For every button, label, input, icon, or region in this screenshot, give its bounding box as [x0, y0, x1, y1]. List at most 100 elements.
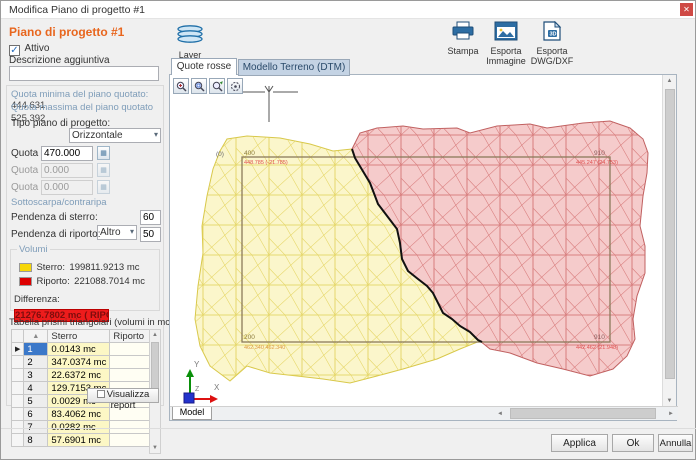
scroll-right-icon[interactable]: ► — [665, 411, 677, 417]
col-header-riporto[interactable]: Riporto — [110, 330, 152, 343]
volumi-title: Volumi — [17, 244, 50, 255]
row-riporto[interactable] — [110, 434, 152, 447]
label-top-left: 400 — [244, 150, 255, 157]
dwg-file-icon: 3D — [541, 21, 563, 41]
zoom-window-button[interactable] — [191, 78, 207, 94]
selector-header[interactable] — [12, 330, 24, 343]
canvas-toolbar — [173, 78, 243, 94]
zoom-extents-button[interactable] — [209, 78, 225, 94]
tab-modello-terreno[interactable]: Modello Terreno (DTM) — [238, 59, 350, 76]
mesh-drawing: (0) 400 448.785 (-21.785) 910 445.247 (2… — [170, 75, 663, 407]
scroll-up-icon[interactable]: ▲ — [150, 330, 160, 338]
row-marker-icon: ▶ — [12, 343, 24, 356]
row-id[interactable]: 7 — [24, 421, 48, 434]
table-row[interactable]: 7 0.0282 mc — [12, 421, 152, 434]
close-icon[interactable]: ✕ — [680, 3, 693, 16]
scroll-up-icon[interactable]: ▲ — [663, 75, 676, 84]
tipo-piano-select[interactable]: Orizzontale ▾ — [69, 128, 161, 143]
stampa-button[interactable]: Stampa — [445, 21, 481, 56]
pendenza-sterro-select[interactable]: Altro ▾ — [97, 225, 137, 240]
tab-quote-rosse[interactable]: Quote rosse — [171, 58, 237, 75]
axis-x-label: X — [214, 383, 220, 392]
row-riporto[interactable] — [110, 369, 152, 382]
ok-button[interactable]: Ok — [612, 434, 654, 452]
col-header-sterro[interactable]: Sterro — [48, 330, 110, 343]
table-row[interactable]: 3 22.6372 mc — [12, 369, 152, 382]
quota-label: Quota — [11, 148, 38, 159]
row-id[interactable]: 5 — [24, 395, 48, 408]
descrizione-input[interactable] — [9, 66, 159, 81]
section-marker-icon — [240, 86, 298, 122]
row-sterro[interactable]: 0.0143 mc — [48, 343, 110, 356]
row-id[interactable]: 2 — [24, 356, 48, 369]
row-id[interactable]: 3 — [24, 369, 48, 382]
row-id[interactable]: 4 — [24, 382, 48, 395]
axis-y-label: Y — [194, 360, 200, 369]
quota-input[interactable] — [41, 146, 93, 161]
titlebar: Modifica Piano di progetto #1 ✕ — [1, 1, 695, 19]
pan-orbit-button[interactable] — [227, 78, 243, 94]
row-id[interactable]: 1 — [24, 343, 48, 356]
label-top-right: 910 — [594, 150, 605, 157]
pendenza-sterro-num-input[interactable] — [140, 210, 161, 225]
tab-quote-rosse-label: Quote rosse — [177, 61, 231, 72]
tab-model[interactable]: Model — [172, 407, 212, 420]
quota-p3-input — [41, 180, 93, 195]
visualizza-report-button[interactable]: Visualizza report — [87, 388, 159, 403]
applica-label: Applica — [563, 438, 596, 449]
scroll-down-icon[interactable]: ▼ — [663, 398, 676, 404]
applica-button[interactable]: Applica — [551, 434, 608, 452]
esporta-dwg-label: Esporta DWG/DXF — [529, 46, 575, 66]
volumi-groupbox: Volumi Sterro: 199811.9213 mc Riporto: 2… — [10, 249, 160, 311]
volumi-sterro-label: Sterro: — [36, 262, 65, 273]
sort-asc-icon[interactable]: ▲ — [24, 330, 48, 343]
chevron-down-icon: ▾ — [154, 130, 158, 139]
row-sterro[interactable]: 83.4062 mc — [48, 408, 110, 421]
tab-modello-terreno-label: Modello Terreno (DTM) — [243, 62, 346, 73]
row-riporto[interactable] — [110, 343, 152, 356]
esporta-dwg-button[interactable]: 3D Esporta DWG/DXF — [529, 21, 575, 66]
row-riporto[interactable] — [110, 356, 152, 369]
svg-text:3D: 3D — [550, 32, 557, 38]
differenza-label: Differenza: — [14, 294, 60, 305]
label-bottom-right: 910 — [594, 334, 605, 341]
riporto-color-swatch — [19, 277, 32, 286]
window-title: Modifica Piano di progetto #1 — [9, 4, 145, 16]
quota-pick-button[interactable]: ▦ — [97, 146, 110, 160]
canvas-vscrollbar[interactable]: ▲ ▼ — [662, 75, 676, 407]
canvas-vscroll-thumb[interactable] — [665, 89, 675, 379]
esporta-immagine-button[interactable]: Esporta Immagine — [485, 21, 527, 66]
scroll-left-icon[interactable]: ◄ — [494, 411, 506, 417]
canvas-hscroll-thumb[interactable] — [510, 408, 656, 419]
scroll-down-icon[interactable]: ▼ — [150, 445, 160, 451]
zoom-in-button[interactable] — [173, 78, 189, 94]
sterro-color-swatch — [19, 263, 32, 272]
volumi-riporto-label: Riporto: — [36, 276, 69, 287]
row-sterro[interactable]: 347.0374 mc — [48, 356, 110, 369]
layer-button[interactable]: Layer — [173, 23, 207, 60]
label-bottom-left: 200 — [244, 334, 255, 341]
chevron-down-icon: ▾ — [130, 227, 134, 236]
row-id[interactable]: 8 — [24, 434, 48, 447]
annulla-label: Annulla — [660, 438, 692, 449]
row-riporto[interactable] — [110, 421, 152, 434]
annulla-button[interactable]: Annulla — [658, 434, 693, 452]
label-top-left-quota: 448.785 (-21.785) — [244, 160, 288, 166]
volumi-sterro-value: 199811.9213 mc — [69, 262, 139, 273]
row-sterro[interactable]: 57.6901 mc — [48, 434, 110, 447]
drawing-canvas[interactable]: (0) 400 448.785 (-21.785) 910 445.247 (2… — [169, 74, 677, 421]
table-row[interactable]: ▶ 1 0.0143 mc — [12, 343, 152, 356]
tipo-piano-value: Orizzontale — [72, 130, 123, 141]
ok-label: Ok — [627, 438, 640, 449]
stampa-label: Stampa — [445, 46, 481, 56]
table-row[interactable]: 2 347.0374 mc — [12, 356, 152, 369]
attivo-label: Attivo — [24, 43, 49, 54]
table-row[interactable]: 8 57.6901 mc — [12, 434, 152, 447]
label-top-right-quota: 445.247 (24.753) — [576, 160, 618, 166]
row-sterro[interactable]: 0.0282 mc — [48, 421, 110, 434]
row-id[interactable]: 6 — [24, 408, 48, 421]
pendenza-riporto-num-input[interactable] — [140, 227, 161, 242]
footer-divider — [1, 428, 696, 429]
pendenza-sterro-label: Pendenza di sterro: — [11, 212, 98, 223]
row-sterro[interactable]: 22.6372 mc — [48, 369, 110, 382]
